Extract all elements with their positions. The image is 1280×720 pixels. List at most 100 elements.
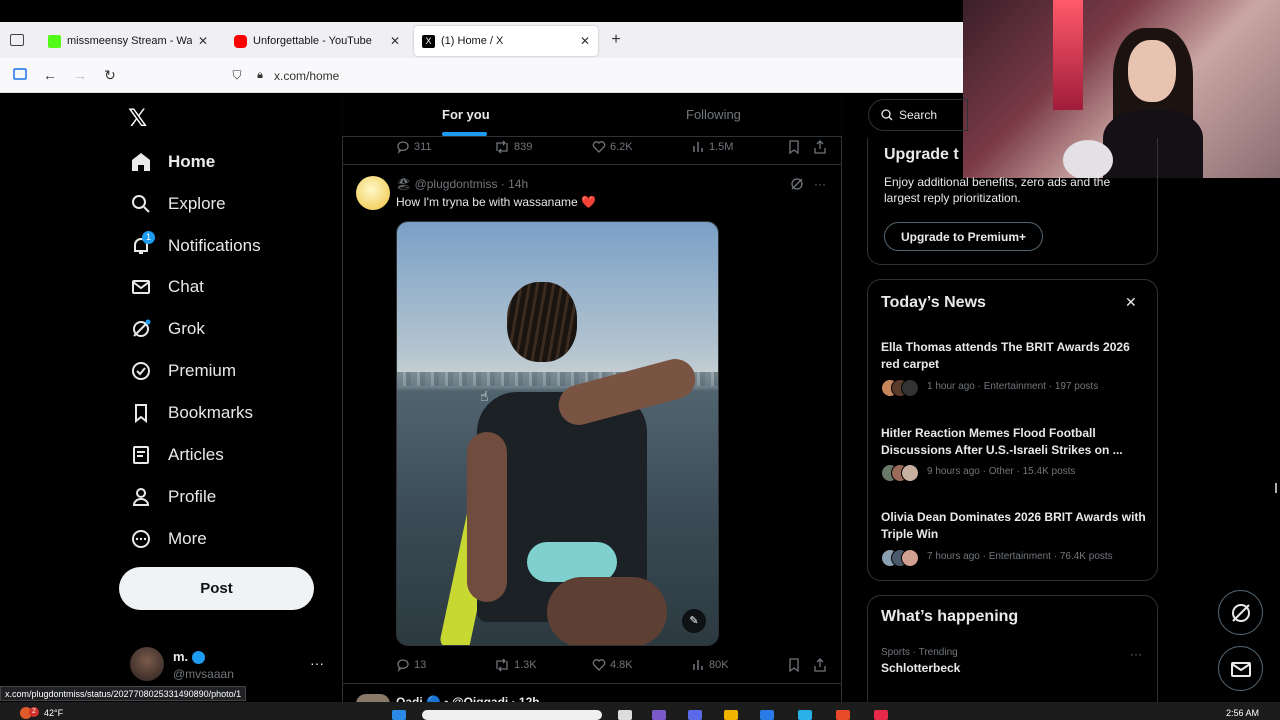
bookmark-icon[interactable]	[788, 140, 804, 154]
post-avatar[interactable]	[356, 176, 390, 210]
sidebar-item-profile[interactable]: Profile	[130, 482, 216, 512]
account-handle: @mvsaaan	[173, 667, 234, 681]
verified-icon	[130, 360, 152, 382]
weather-temp[interactable]: 42°F	[44, 708, 63, 718]
taskview-icon[interactable]	[618, 710, 632, 720]
sidebar-item-label: Articles	[168, 445, 224, 464]
scrollbar[interactable]	[1275, 483, 1277, 493]
trend-name[interactable]: Schlotterbeck	[881, 661, 960, 675]
sidebar-item-label: Bookmarks	[168, 403, 254, 422]
close-tab-icon[interactable]: ✕	[390, 34, 400, 48]
post-image[interactable]: ✎	[396, 221, 719, 646]
browser-tab-youtube[interactable]: Unforgettable - YouTube ✕	[226, 26, 408, 56]
new-tab-button[interactable]: +	[606, 30, 626, 50]
tab-for-you[interactable]: For you	[442, 107, 490, 122]
mail-icon	[1230, 661, 1251, 677]
post-more-icon[interactable]: ···	[814, 177, 826, 191]
sidebar-item-notifications[interactable]: 1 Notifications	[130, 231, 261, 261]
heart-icon	[592, 141, 606, 153]
views-button[interactable]: 1.5M	[691, 140, 733, 154]
sidebar-item-premium[interactable]: Premium	[130, 356, 236, 386]
store-icon[interactable]	[760, 710, 774, 720]
views-button[interactable]: 80K	[691, 658, 729, 672]
news-meta: 1 hour ago · Entertainment · 197 posts	[927, 381, 1099, 392]
image-edit-icon[interactable]: ✎	[682, 609, 706, 633]
upgrade-premium-button[interactable]: Upgrade to Premium+	[884, 222, 1043, 251]
grok-icon[interactable]	[790, 177, 804, 194]
close-tab-icon[interactable]: ✕	[198, 34, 208, 48]
back-button[interactable]: ←	[40, 65, 60, 85]
tab-list-icon[interactable]	[10, 34, 24, 46]
app-icon[interactable]	[652, 710, 666, 720]
shield-icon[interactable]: ⛉	[227, 65, 247, 85]
trend-more-icon[interactable]: ···	[1130, 647, 1142, 661]
trend-meta: Sports · Trending	[881, 647, 958, 658]
sidebar-item-explore[interactable]: Explore	[130, 189, 226, 219]
browser-tab-x-home[interactable]: X (1) Home / X ✕	[414, 26, 598, 56]
account-more-icon[interactable]: ···	[310, 655, 324, 671]
bookmark-icon	[130, 402, 152, 424]
taskbar	[0, 702, 1280, 720]
reply-icon	[397, 141, 409, 154]
share-icon[interactable]	[814, 140, 830, 154]
start-icon[interactable]	[392, 710, 406, 720]
repost-button[interactable]: 839	[494, 140, 532, 154]
sidebar-item-label: Home	[168, 152, 216, 171]
sidebar-item-bookmarks[interactable]: Bookmarks	[130, 398, 253, 428]
bookmark-icon[interactable]	[788, 658, 804, 672]
tab-following[interactable]: Following	[686, 107, 741, 122]
post-divider	[342, 164, 842, 165]
close-tab-icon[interactable]: ✕	[580, 34, 590, 48]
home-icon	[130, 151, 152, 173]
nav-bar	[0, 58, 963, 93]
reload-button[interactable]: ↻	[100, 65, 120, 85]
views-icon	[693, 660, 703, 670]
folder-icon[interactable]	[724, 710, 738, 720]
sidebar-item-label: Explore	[168, 194, 226, 213]
notification-badge: 1	[142, 231, 155, 244]
taskbar-search[interactable]	[422, 710, 602, 720]
chrome-icon[interactable]	[836, 710, 850, 720]
clock[interactable]: 2:56 AM	[1226, 708, 1259, 718]
x-favicon-icon: X	[422, 34, 435, 48]
browser-tab-kick[interactable]: missmeensy Stream - Watch Liv ✕	[40, 26, 216, 56]
sidebar-toggle-icon[interactable]	[10, 65, 30, 85]
sidebar-item-grok[interactable]: Grok	[130, 314, 205, 344]
address-bar[interactable]: x.com/home	[274, 69, 339, 83]
reply-button[interactable]: 13	[396, 658, 426, 672]
sidebar-item-articles[interactable]: Articles	[130, 440, 224, 470]
sidebar-item-home[interactable]: Home	[130, 147, 215, 177]
sidebar-item-more[interactable]: More	[130, 524, 207, 554]
x-logo[interactable]: 𝕏	[128, 104, 147, 133]
news-avatars	[881, 549, 921, 567]
search-input[interactable]: Search	[868, 99, 968, 131]
tab-title: (1) Home / X	[441, 35, 504, 47]
app-icon[interactable]	[874, 710, 888, 720]
news-avatars	[881, 379, 921, 397]
grok-fab-button[interactable]	[1218, 590, 1263, 635]
news-headline[interactable]: Hitler Reaction Memes Flood Football Dis…	[881, 425, 1146, 459]
post-text: How I'm tryna be with wassaname ❤️	[396, 195, 596, 209]
teams-icon[interactable]	[688, 710, 702, 720]
share-icon[interactable]	[814, 658, 830, 672]
post-button[interactable]: Post	[119, 567, 314, 610]
edge-icon[interactable]	[798, 710, 812, 720]
close-icon[interactable]: ✕	[1125, 294, 1137, 311]
news-headline[interactable]: Ella Thomas attends The BRIT Awards 2026…	[881, 339, 1146, 373]
repost-button[interactable]: 1.3K	[494, 658, 537, 672]
weather-badge: 2	[29, 707, 39, 717]
news-headline[interactable]: Olivia Dean Dominates 2026 BRIT Awards w…	[881, 509, 1146, 543]
like-button[interactable]: 4.8K	[592, 658, 633, 672]
premium-text: Enjoy additional benefits, zero ads and …	[884, 175, 1111, 205]
forward-button[interactable]: →	[70, 65, 90, 85]
whats-happening-title: What’s happening	[881, 608, 1019, 625]
messages-fab-button[interactable]	[1218, 646, 1263, 691]
sidebar-item-chat[interactable]: Chat	[130, 272, 204, 302]
person-icon	[130, 486, 152, 508]
like-button[interactable]: 6.2K	[592, 140, 633, 154]
youtube-icon	[234, 34, 247, 48]
premium-title: Upgrade t	[884, 146, 959, 163]
verified-badge-icon	[191, 651, 205, 665]
post-author-handle[interactable]: 🏖 @plugdontmiss · 14h	[396, 177, 528, 191]
reply-button[interactable]: 311	[396, 140, 432, 154]
